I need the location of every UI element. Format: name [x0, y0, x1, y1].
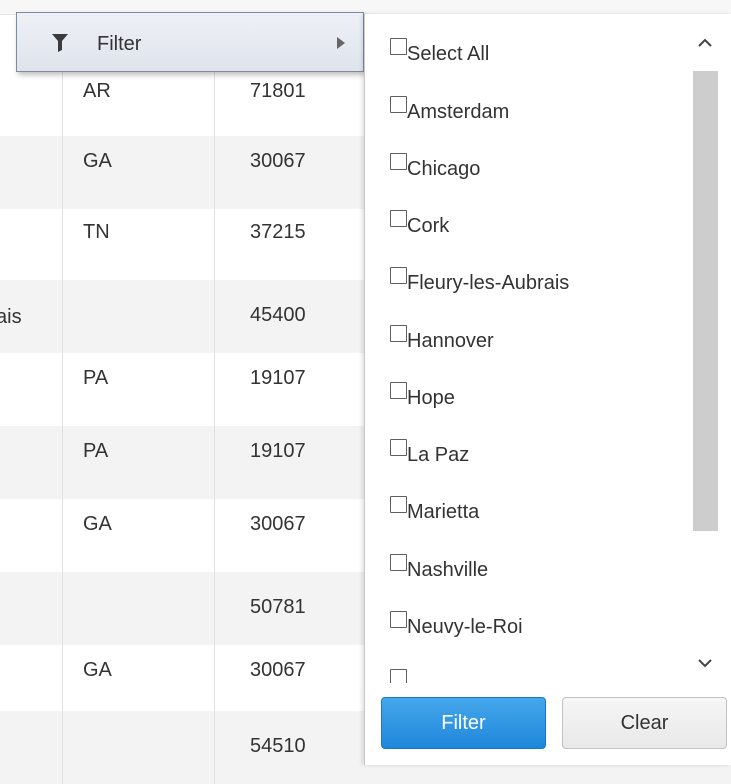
funnel-icon: [52, 34, 68, 52]
filter-option[interactable]: Fleury-les-Aubrais: [381, 267, 681, 323]
checkbox[interactable]: [390, 382, 407, 399]
checkbox[interactable]: [390, 153, 407, 170]
scroll-thumb[interactable]: [693, 71, 718, 531]
checkbox[interactable]: [390, 669, 407, 683]
filter-option[interactable]: La Paz: [381, 439, 681, 495]
checkbox[interactable]: [390, 210, 407, 227]
state-cell: [62, 280, 215, 353]
checkbox[interactable]: [390, 267, 407, 284]
zip-cell: 30067: [214, 499, 365, 572]
clear-filter-button[interactable]: Clear: [562, 697, 727, 749]
filter-option[interactable]: Hannover: [381, 325, 681, 381]
state-cell: PA: [62, 426, 215, 499]
city-cell: [0, 645, 62, 718]
zip-cell: 45400: [214, 280, 365, 353]
state-cell: GA: [62, 136, 215, 209]
city-cell: [0, 353, 62, 426]
filter-option[interactable]: Amsterdam: [381, 96, 681, 152]
filter-option[interactable]: Neuvy-le-Roi: [381, 611, 681, 667]
zip-cell: 19107: [214, 426, 365, 499]
apply-filter-button[interactable]: Filter: [381, 697, 546, 749]
filter-option[interactable]: Cork: [381, 210, 681, 266]
filter-option[interactable]: [381, 669, 681, 683]
state-cell: GA: [62, 499, 215, 572]
filter-option[interactable]: Chicago: [381, 153, 681, 209]
city-cell: [0, 426, 62, 499]
city-cell: [0, 572, 62, 645]
filter-value-list[interactable]: Select All Amsterdam Chicago Cork Fleury…: [365, 14, 687, 683]
zip-cell: 54510: [214, 711, 365, 784]
zip-cell: 71801: [214, 66, 365, 139]
filter-panel: Select All Amsterdam Chicago Cork Fleury…: [364, 14, 731, 765]
checkbox[interactable]: [390, 554, 407, 571]
filter-list-scrollbar[interactable]: [688, 28, 722, 678]
checkbox[interactable]: [390, 611, 407, 628]
checkbox[interactable]: [390, 96, 407, 113]
filter-option-select-all[interactable]: Select All: [381, 38, 681, 94]
state-cell: PA: [62, 353, 215, 426]
filter-option[interactable]: Hope: [381, 382, 681, 438]
zip-cell: 30067: [214, 136, 365, 209]
state-cell: AR: [62, 66, 215, 139]
city-cell: [0, 711, 62, 784]
state-cell: TN: [62, 207, 215, 280]
city-cell: [0, 207, 62, 280]
state-cell: [62, 572, 215, 645]
state-cell: [62, 711, 215, 784]
checkbox[interactable]: [390, 38, 407, 55]
city-cell: [0, 136, 62, 209]
state-cell: GA: [62, 645, 215, 718]
checkbox[interactable]: [390, 496, 407, 513]
zip-cell: 50781: [214, 572, 365, 645]
zip-cell: 30067: [214, 645, 365, 718]
zip-cell: 19107: [214, 353, 365, 426]
city-cell: [0, 499, 62, 572]
filter-option[interactable]: Nashville: [381, 554, 681, 610]
checkbox[interactable]: [390, 325, 407, 342]
city-cell: ais: [0, 306, 22, 328]
context-menu-label: Filter: [97, 33, 142, 55]
filter-option[interactable]: Marietta: [381, 496, 681, 552]
checkbox[interactable]: [390, 439, 407, 456]
city-cell: [0, 66, 62, 139]
context-menu-filter-item[interactable]: Filter: [16, 12, 364, 72]
submenu-arrow-icon: [337, 37, 345, 49]
zip-cell: 37215: [214, 207, 365, 280]
chevron-down-icon[interactable]: [696, 656, 714, 670]
chevron-up-icon[interactable]: [696, 36, 714, 50]
scroll-track[interactable]: [693, 63, 718, 653]
